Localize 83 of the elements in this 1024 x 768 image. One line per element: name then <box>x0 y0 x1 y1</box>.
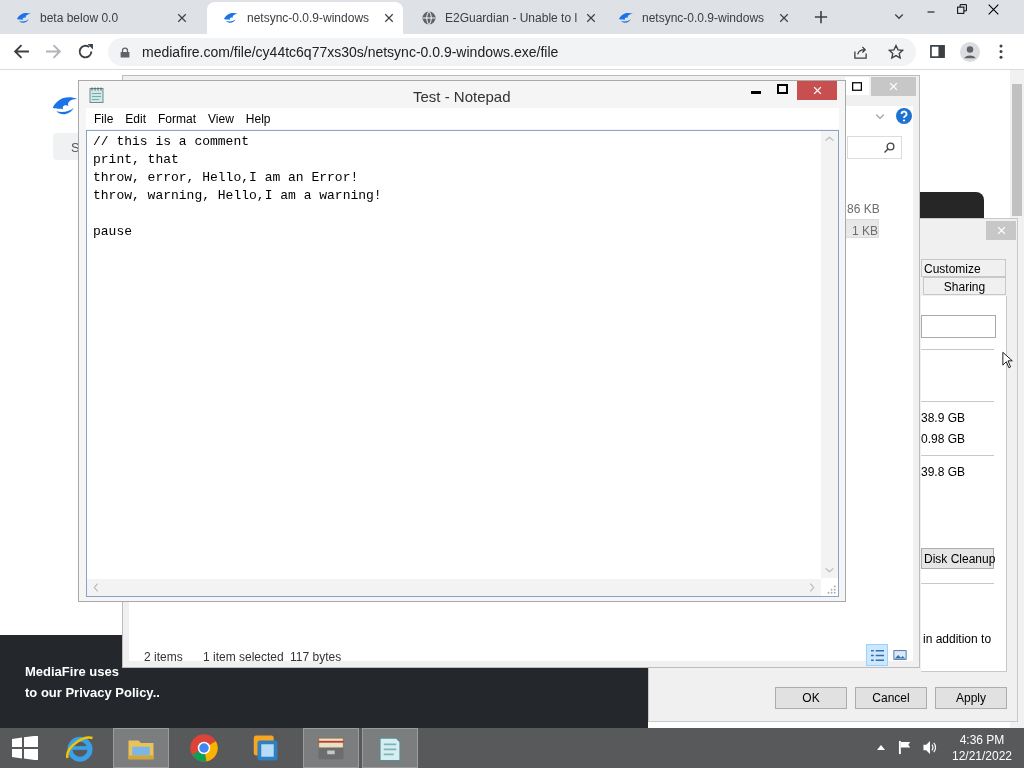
search-field[interactable] <box>847 136 902 159</box>
address-field[interactable]: mediafire.com/file/cy44tc6q77xs30s/netsync-0.0.9-windows.exe/file <box>108 38 916 66</box>
dialog-tab[interactable]: Customize <box>921 259 1006 277</box>
browser-tab[interactable]: netsync-0.0.9-windows <box>602 2 798 34</box>
close-button[interactable] <box>797 81 837 100</box>
browser-tab[interactable]: netsync-0.0.9-windows <box>207 2 403 34</box>
editor-text: // this is a comment print, that throw, error, Hello,I am an Error! throw, warning, Hello,I am a warning! pause <box>93 133 382 241</box>
scrollbar-thumb[interactable] <box>1012 84 1022 216</box>
status-text: 117 bytes <box>290 649 342 666</box>
taskbar-button[interactable] <box>303 728 359 768</box>
tab-title: beta below 0.0 <box>40 10 120 27</box>
maximize-button[interactable] <box>845 77 869 95</box>
resize-grip-icon[interactable] <box>826 584 836 594</box>
clock-time[interactable]: 4:36 PM <box>959 732 1005 748</box>
reload-icon[interactable] <box>77 43 94 60</box>
flame-icon <box>16 10 32 26</box>
window-title: Test - Notepad <box>413 87 511 107</box>
cookie-text: MediaFire uses <box>25 663 119 681</box>
status-text: 1 item selected <box>203 649 284 666</box>
more-menu-icon[interactable] <box>999 44 1003 59</box>
url-text: mediafire.com/file/cy44tc6q77xs30s/netsync-0.0.9-windows.exe/file <box>142 42 560 62</box>
window-icon <box>852 81 862 91</box>
maximize-icon[interactable] <box>777 84 788 94</box>
close-icon <box>996 226 1006 235</box>
side-panel-icon[interactable] <box>930 44 945 59</box>
thumbnail-view-icon[interactable] <box>893 649 907 661</box>
dialog-button[interactable]: Cancel <box>855 687 927 709</box>
star-icon[interactable] <box>888 44 904 60</box>
dialog-button[interactable]: Apply <box>935 687 1007 709</box>
windows-logo-icon[interactable] <box>12 736 38 760</box>
menu-item[interactable]: View <box>203 109 239 128</box>
share-icon[interactable] <box>853 44 868 60</box>
menu-item[interactable]: Edit <box>120 109 152 128</box>
menu-item[interactable]: Format <box>153 109 202 128</box>
plus-icon[interactable] <box>814 10 828 24</box>
clock-date[interactable]: 12/21/2022 <box>951 748 1013 764</box>
text-field[interactable] <box>921 315 996 338</box>
help-icon[interactable] <box>896 108 912 124</box>
close-icon[interactable] <box>778 12 790 24</box>
chrome-icon <box>189 733 219 763</box>
text-editor[interactable]: // this is a comment print, that throw, error, Hello,I am an Error! throw, warning, Hello,I am a warning! pause <box>86 130 839 597</box>
tab-title: E2Guardian - Unable to l <box>445 10 578 27</box>
dialog-button[interactable]: OK <box>775 687 847 709</box>
flame-icon <box>618 10 634 26</box>
size-value: 0.98 GB <box>921 431 966 448</box>
close-icon[interactable] <box>585 12 598 24</box>
cookie-text: to our Privacy Policy.. <box>25 684 160 702</box>
search-icon <box>883 141 895 154</box>
close-icon <box>812 86 822 95</box>
browser-tab[interactable]: beta below 0.0 <box>0 2 196 34</box>
close-icon[interactable] <box>383 12 395 24</box>
flag-icon[interactable] <box>898 740 913 755</box>
size-value: 38.9 GB <box>921 410 966 427</box>
profile-icon[interactable] <box>960 42 980 62</box>
chevron-down-icon[interactable] <box>893 12 905 22</box>
close-icon <box>889 82 898 91</box>
details-view-button[interactable] <box>866 644 888 666</box>
taskbar-button[interactable] <box>113 728 169 768</box>
close-icon[interactable] <box>176 12 188 24</box>
taskbar-button[interactable] <box>362 728 418 768</box>
lock-icon <box>120 45 130 59</box>
dialog-tab[interactable]: Sharing <box>923 277 1006 295</box>
size-value: 39.8 GB <box>921 464 966 481</box>
size-cell[interactable]: 86 KB <box>845 198 881 217</box>
close-icon[interactable] <box>988 4 999 15</box>
browser-e-icon <box>65 733 95 763</box>
minimize-icon[interactable] <box>926 8 936 16</box>
menu-item[interactable]: File <box>89 109 119 128</box>
notepad-icon <box>89 86 105 103</box>
caret-up-icon[interactable] <box>877 745 885 750</box>
tab-title: netsync-0.0.9-windows <box>642 10 766 27</box>
restore-icon[interactable] <box>957 4 967 14</box>
description-text: in addition to <box>923 631 992 648</box>
tab-title: netsync-0.0.9-windows <box>247 10 371 27</box>
status-text: 2 items <box>144 649 183 666</box>
disk-cleanup-button[interactable]: Disk Cleanup <box>921 548 994 569</box>
list-icon <box>869 648 885 662</box>
speaker-icon[interactable] <box>922 740 938 755</box>
flame-icon <box>223 10 239 26</box>
globe-icon <box>421 10 437 26</box>
back-arrow-icon[interactable] <box>13 43 30 60</box>
browser-tab[interactable]: E2Guardian - Unable to l <box>405 2 601 34</box>
menu-item[interactable]: Help <box>240 109 276 128</box>
